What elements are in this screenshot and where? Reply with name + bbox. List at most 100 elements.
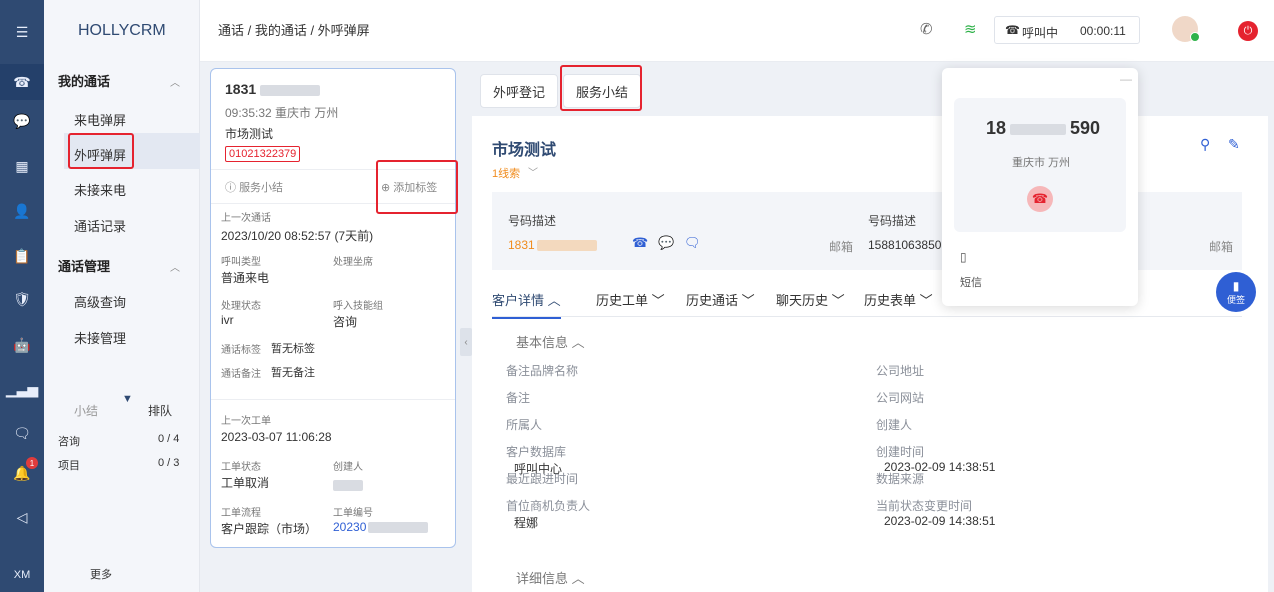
queue-row-name: 咨询 [58, 436, 80, 448]
user-icon[interactable]: 👤 [11, 200, 33, 222]
breadcrumb: 通话 / 我的通话 / 外呼弹屏 [218, 23, 370, 38]
ticket-no-label: 工单编号 [333, 508, 373, 519]
minimize-icon[interactable]: — [1120, 72, 1132, 86]
status-value: ivr [221, 313, 234, 327]
field-label: 当前状态变更时间 [876, 499, 973, 513]
field-label: 备注 [506, 391, 531, 405]
divider [211, 399, 455, 400]
user-initials: XM [13, 569, 31, 581]
shield-icon[interactable]: 🛡 [11, 288, 33, 310]
tab-history-forms[interactable]: 历史表单 ﹀ [864, 290, 933, 309]
tag-badge: 01021322379 [225, 146, 301, 162]
field-row: 创建人 [876, 416, 920, 433]
service-summary-link[interactable]: ⓘ 服务小结 [225, 179, 283, 195]
field-row: 首位商机负责人程娜 [506, 497, 590, 531]
field-row: 当前状态变更时间2023-02-09 14:38:51 [876, 497, 995, 528]
top-bar: 通话 / 我的通话 / 外呼弹屏 ✆ ≋ ☎ 呼叫中 00:00:11 ⏻ [200, 0, 1274, 62]
basic-info-section[interactable]: 基本信息 ︿ [516, 332, 585, 351]
call-status-text: 呼叫中 [1022, 26, 1059, 40]
chevron-up-icon[interactable]: ︿ [170, 259, 180, 274]
ticket-status-label: 工单状态 [221, 462, 261, 473]
call-note-label: 通话备注 [221, 369, 261, 380]
menu-icon[interactable]: ☰ [11, 21, 33, 43]
customer-title: 市场测试 [492, 142, 557, 159]
hangup-icon[interactable]: ☎ [1027, 186, 1053, 212]
skill-label: 呼入技能组 [333, 301, 383, 312]
send-icon[interactable]: ◁ [11, 506, 33, 528]
phone-icon[interactable]: ☎ [11, 71, 33, 93]
search-icon[interactable]: ⚲ [1200, 136, 1210, 153]
tab-outbound-registration[interactable]: 外呼登记 [480, 74, 559, 108]
call-button-icon[interactable]: ☎ [632, 235, 648, 251]
bookmark-icon: ▮ [1232, 278, 1240, 293]
message-icon[interactable]: 🗨 [11, 422, 33, 444]
queue-tab-summary[interactable]: 小结 [74, 402, 98, 419]
last-ticket-label: 上一次工单 [221, 416, 271, 427]
sidebar-section-my-calls[interactable]: 我的通话 [58, 71, 110, 90]
notification-badge: 1 [26, 457, 38, 469]
field-label: 公司地址 [876, 364, 925, 378]
chat-icon[interactable]: 💬 [11, 110, 33, 132]
email-label-2: 邮箱 [1209, 240, 1234, 254]
skill-value: 咨询 [333, 315, 358, 329]
divider [492, 316, 1242, 317]
sms-label[interactable]: 短信 [960, 274, 982, 290]
grid-icon[interactable]: ▦ [11, 155, 33, 177]
queue-row-count: 0 / 4 [158, 433, 180, 445]
sidebar-section-call-management[interactable]: 通话管理 [58, 256, 110, 275]
queue-tab-queue[interactable]: 排队 [148, 402, 172, 419]
field-value: 2023-02-09 14:38:51 [884, 514, 996, 528]
detail-info-section[interactable]: 详细信息 ︿ [516, 568, 585, 587]
power-icon[interactable]: ⏻ [1238, 21, 1258, 41]
sms-icon[interactable]: ▯ [960, 250, 967, 264]
sidebar-item-advanced-search[interactable]: 高级查询 [74, 292, 126, 311]
chevron-down-icon[interactable]: ﹀ [528, 164, 538, 179]
field-label: 所属人 [506, 418, 543, 432]
sidebar-item-missed-calls[interactable]: 未接来电 [74, 180, 126, 199]
tab-customer-details[interactable]: 客户详情 ︿ [492, 290, 561, 319]
highlight-box-service-summary [560, 65, 642, 111]
sidebar-item-missed-management[interactable]: 未接管理 [74, 328, 126, 347]
phone-number: 1831 [508, 238, 597, 252]
field-label: 创建人 [876, 418, 913, 432]
highlight-box-add-tag [376, 160, 458, 214]
last-call-time: 2023/10/20 08:52:57 (7天前) [221, 229, 374, 243]
caller-number: 1831 [225, 81, 321, 97]
field-label: 公司网站 [876, 391, 925, 405]
call-timer: 00:00:11 [1080, 24, 1126, 38]
queue-row-name: 项目 [58, 460, 80, 472]
sidebar-item-incoming-popup[interactable]: 来电弹屏 [74, 110, 126, 129]
filter-icon[interactable]: ▼ [122, 393, 133, 405]
bar-chart-icon[interactable]: ▁▃▅ [6, 378, 38, 400]
call-popup: — 18 590 重庆市 万州 ☎ ▯ 短信 [942, 68, 1138, 306]
flow-label: 工单流程 [221, 508, 261, 519]
field-label: 创建时间 [876, 445, 925, 459]
tab-history-calls[interactable]: 历史通话 ﹀ [686, 290, 755, 309]
tab-chat-history[interactable]: 聊天历史 ﹀ [776, 290, 845, 309]
creator-label: 创建人 [333, 462, 363, 473]
edit-icon[interactable]: ✎ [1228, 136, 1240, 153]
clipboard-icon[interactable]: 📋 [11, 245, 33, 267]
field-label: 首位商机负责人 [506, 499, 591, 513]
chat-button-icon[interactable]: 💬 [658, 235, 674, 251]
field-label: 客户数据库 [506, 445, 567, 459]
field-row: 公司网站 [876, 389, 932, 406]
robot-icon[interactable]: 🤖 [11, 334, 33, 356]
wechat-button-icon[interactable]: 🗨 [684, 235, 701, 251]
phone-number-2: 15881063850 [868, 238, 942, 252]
sticky-note-button[interactable]: ▮ 便签 [1216, 272, 1256, 312]
queue-row-count: 0 / 3 [158, 457, 180, 469]
lead-stage[interactable]: 1线索 [492, 165, 520, 181]
email-label: 邮箱 [829, 240, 854, 254]
customer-panel: 市场测试 1线索 ﹀ ⚲ ✎ 号码描述 1831 ☎ 💬 🗨 邮箱 号码描述 1… [472, 116, 1268, 592]
call-note-value: 暂无备注 [271, 367, 315, 379]
ticket-no-link[interactable]: 20230 [333, 520, 429, 534]
tab-history-tickets[interactable]: 历史工单 ﹀ [596, 290, 665, 309]
call-transfer-icon[interactable]: ✆ [920, 20, 933, 38]
app-rail: ☰ ☎ 💬 ▦ 👤 📋 🛡 🤖 ▁▃▅ 🗨 🔔 1 ◁ XM [0, 0, 44, 592]
chevron-up-icon[interactable]: ︿ [170, 74, 180, 89]
collapse-handle[interactable]: ‹ [460, 328, 472, 356]
sidebar-item-call-records[interactable]: 通话记录 [74, 216, 126, 235]
more-button[interactable]: 更多 [90, 566, 112, 582]
call-status-box: ☎ 呼叫中 00:00:11 [994, 16, 1140, 44]
